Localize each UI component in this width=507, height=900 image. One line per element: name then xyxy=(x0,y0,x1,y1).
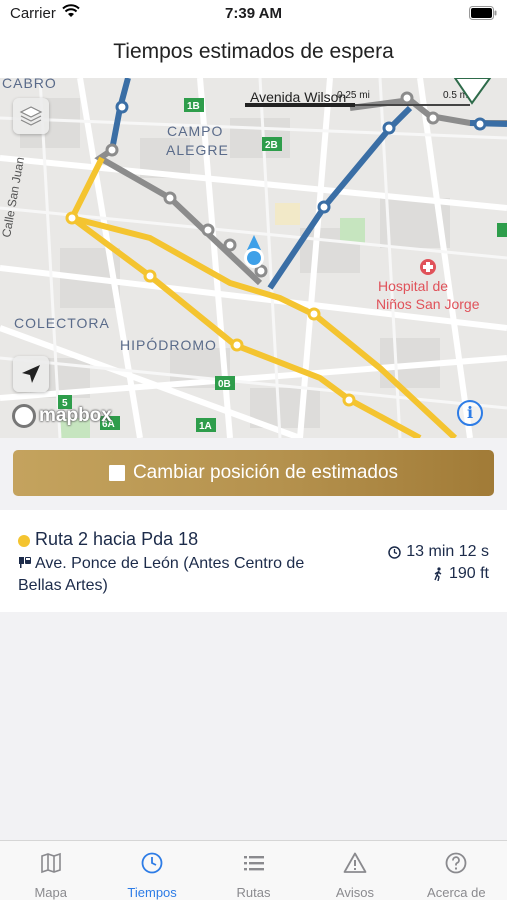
map-label-campo: CAMPO xyxy=(167,123,223,139)
layers-button[interactable] xyxy=(13,98,49,134)
estimate-card[interactable]: Ruta 2 hacia Pda 18 Ave. Ponce de León (… xyxy=(0,510,507,612)
tab-tiempos[interactable]: Tiempos xyxy=(101,841,202,900)
blue-route-line xyxy=(109,78,131,151)
map-canvas: CABRO CAMPO ALEGRE COLECTORA HIPÓDROMO C… xyxy=(0,78,507,438)
map-label-hospital-2: Niños San Jorge xyxy=(376,296,480,312)
tab-bar: Mapa Tiempos Rutas Avisos Acerca de xyxy=(0,840,507,900)
shield-1b: 1B xyxy=(187,101,200,112)
shield-1a: 1A xyxy=(199,421,212,432)
clock-icon xyxy=(388,545,402,559)
map-label-alegre: ALEGRE xyxy=(166,142,229,158)
route-title: Ruta 2 hacia Pda 18 xyxy=(18,529,198,550)
clock-time: 7:39 AM xyxy=(225,5,282,22)
map-label-avenida: Avenida Wilson xyxy=(250,89,346,105)
list-icon xyxy=(243,856,264,871)
tab-mapa[interactable]: Mapa xyxy=(0,841,101,900)
location-arrow-icon xyxy=(22,365,40,383)
tab-label-tiempos: Tiempos xyxy=(127,885,177,900)
tab-rutas[interactable]: Rutas xyxy=(203,841,304,900)
warning-icon xyxy=(343,852,367,873)
battery-icon xyxy=(469,6,497,24)
shield-0b: 0B xyxy=(218,379,231,390)
eta-distance: 190 ft xyxy=(448,565,489,582)
map-view[interactable]: CABRO CAMPO ALEGRE COLECTORA HIPÓDROMO C… xyxy=(0,78,507,438)
walking-icon xyxy=(434,567,442,581)
map-icon xyxy=(40,852,61,874)
tab-label-mapa: Mapa xyxy=(34,885,67,900)
scale-label-a: 0.25 mi xyxy=(337,90,370,101)
checkbox-icon xyxy=(108,465,125,481)
locate-me-button[interactable] xyxy=(13,356,49,392)
mapbox-wordmark: mapbox xyxy=(39,405,112,426)
eta-block: 13 min 12 s 190 ft xyxy=(388,541,489,585)
map-label-colectora: COLECTORA xyxy=(14,315,110,331)
route-color-dot xyxy=(18,534,30,547)
info-button[interactable]: i xyxy=(457,400,483,426)
user-location-marker xyxy=(247,251,261,265)
eta-time: 13 min 12 s xyxy=(406,543,489,560)
tab-avisos[interactable]: Avisos xyxy=(304,841,405,900)
map-label-hospital-1: Hospital de xyxy=(378,278,448,294)
map-label-hipodromo: HIPÓDROMO xyxy=(120,337,217,353)
layers-icon xyxy=(19,106,43,126)
map-label-cabro: CABRO xyxy=(2,78,57,91)
change-position-label: Cambiar posición de estimados xyxy=(132,462,399,483)
tab-label-acerca-de: Acerca de xyxy=(427,885,486,900)
tab-label-avisos: Avisos xyxy=(335,885,374,900)
change-position-button[interactable]: Cambiar posición de estimados xyxy=(13,450,494,496)
bus-stop-icon xyxy=(19,557,31,568)
status-bar: Carrier 7:39 AM xyxy=(0,0,507,28)
page-title: Tiempos estimados de espera xyxy=(0,28,507,78)
clock-icon xyxy=(141,852,163,874)
tab-label-rutas: Rutas xyxy=(236,885,271,900)
help-icon xyxy=(445,852,467,874)
park-area xyxy=(340,218,365,243)
stop-name: Ave. Ponce de León (Antes Centro de Bell… xyxy=(18,553,318,597)
tab-acerca-de[interactable]: Acerca de xyxy=(406,841,507,900)
route-name: Ruta 2 hacia Pda 18 xyxy=(35,529,199,549)
mapbox-logo: mapbox xyxy=(12,403,112,429)
map-label-calle: Calle San Juan xyxy=(0,156,27,239)
stop-name-text: Ave. Ponce de León (Antes Centro de Bell… xyxy=(18,555,305,594)
shield-2b: 2B xyxy=(265,140,278,151)
